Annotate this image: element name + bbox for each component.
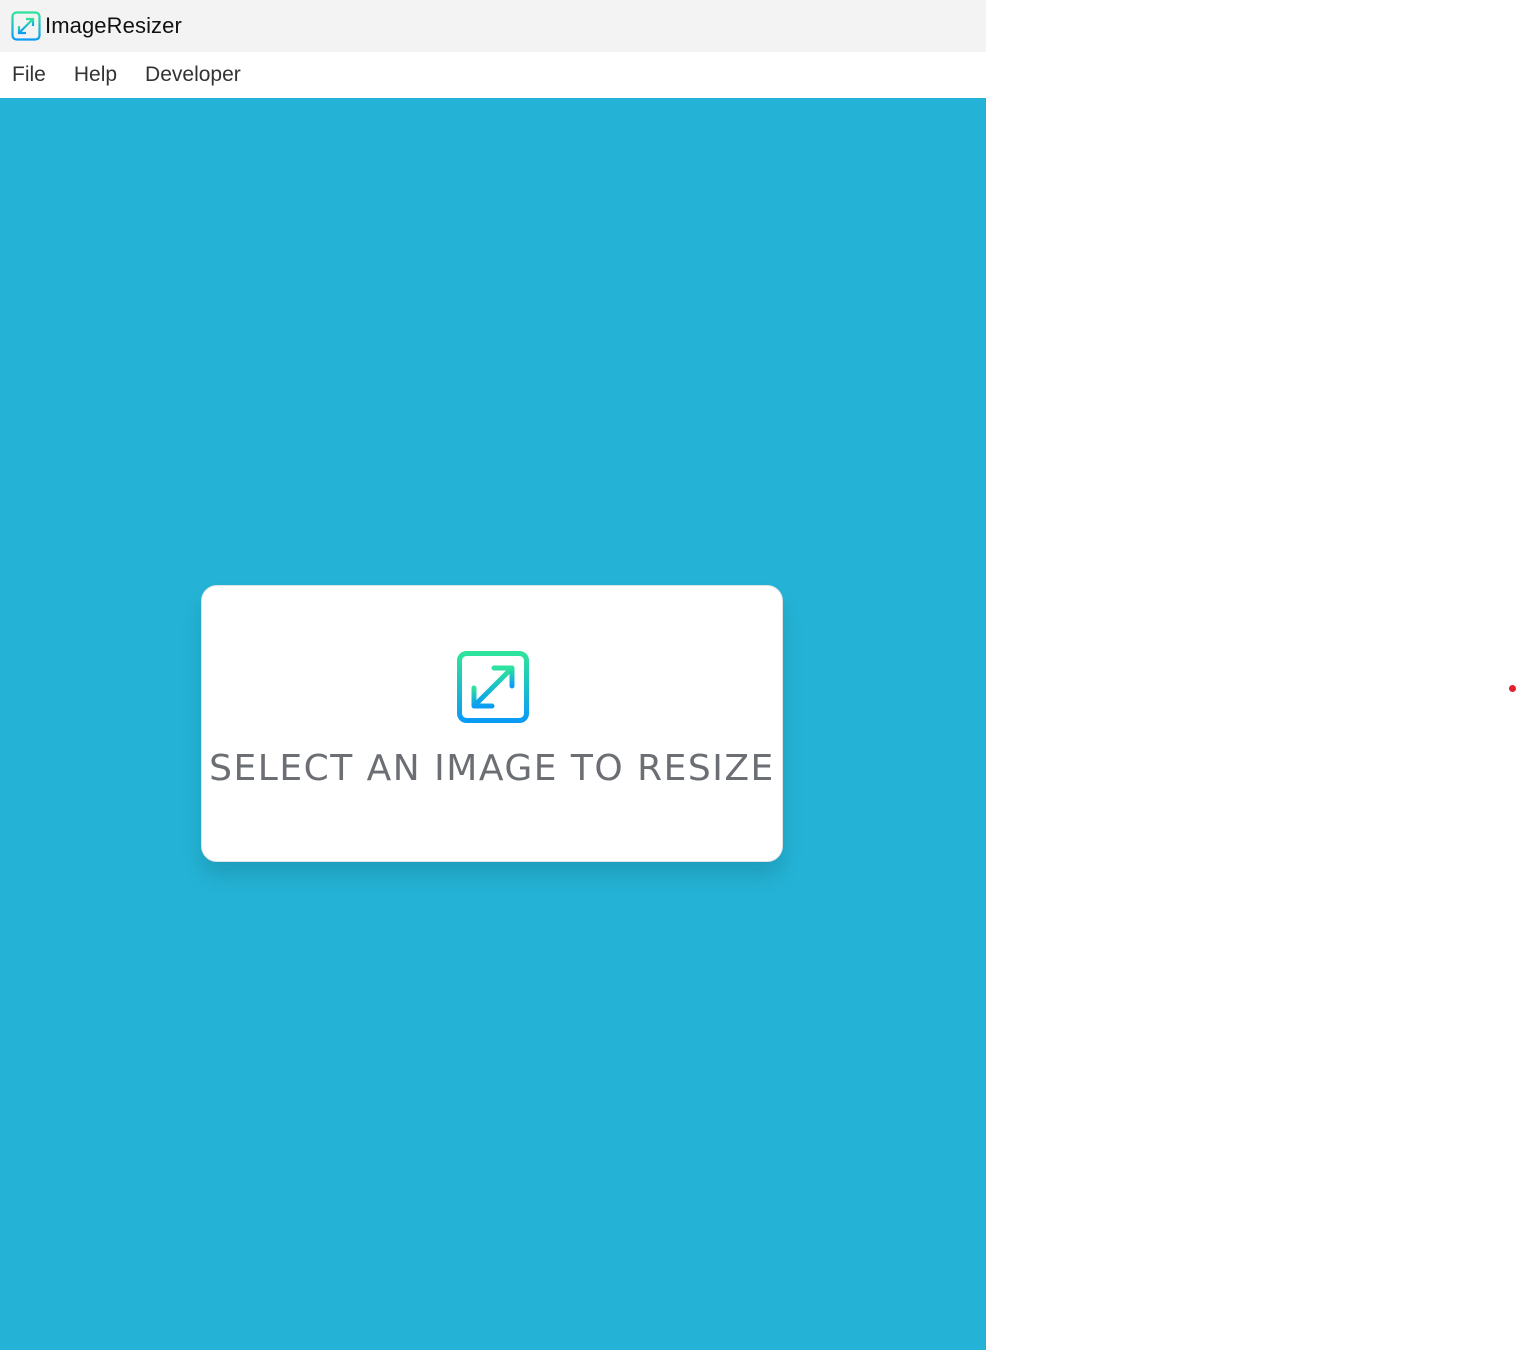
select-image-label: SELECT AN IMAGE TO RESIZE: [209, 748, 775, 789]
menu-item-developer[interactable]: Developer: [145, 63, 241, 87]
title-bar[interactable]: ImageResizer: [0, 0, 986, 52]
resize-icon: [11, 11, 41, 41]
main-content-area: SELECT AN IMAGE TO RESIZE: [0, 98, 986, 1350]
resize-icon: [457, 651, 529, 723]
app-title: ImageResizer: [45, 13, 182, 38]
menu-item-help[interactable]: Help: [74, 63, 117, 87]
select-image-card[interactable]: SELECT AN IMAGE TO RESIZE: [201, 585, 783, 862]
menu-bar: File Help Developer: [0, 52, 986, 98]
app-window: ImageResizer File Help Developer SELECT …: [0, 0, 986, 1350]
indicator-dot: [1509, 685, 1516, 692]
menu-item-file[interactable]: File: [12, 63, 46, 87]
